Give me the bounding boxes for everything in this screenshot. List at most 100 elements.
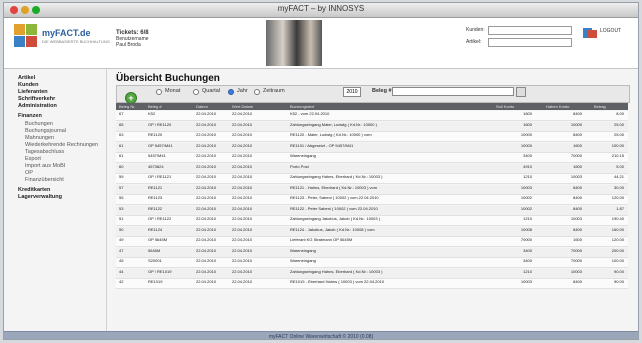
cell-nr: 49 [119, 238, 124, 242]
table-row[interactable]: 53 RE1122 22.04.2010 22.04.2010 RE1122 - Pet… [116, 205, 628, 216]
column-header[interactable]: Beleg Nr. [119, 104, 135, 109]
sidebar-item-administration[interactable]: Administration [18, 103, 57, 109]
table-row[interactable]: 42 RE1019 22.04.2010 22.04.2010 RE1019 - Ebe… [116, 279, 628, 289]
column-header[interactable]: Beleg # [148, 104, 162, 109]
logo-text: myFACT.de [42, 28, 91, 38]
cell-beleg: 5645M [148, 248, 161, 253]
table-row[interactable]: 67 K52 22.04.2010 22.04.2010 K52 - vom 22.04… [116, 111, 628, 121]
table-row[interactable]: 60 4573824 22.04.2010 22.04.2010 Porto Post 4… [116, 163, 628, 174]
sidebar-item-kreditkarten[interactable]: Kreditkarten [18, 187, 50, 193]
cell-nr: 51 [119, 217, 124, 221]
cell-betrag: 200.00 [611, 248, 624, 253]
cell-wert: 22.04.2010 [232, 133, 253, 137]
cell-haben: 8400 [573, 133, 582, 137]
table-row[interactable]: 49 OP 5645M 22.04.2010 22.04.2010 Lieferant … [116, 237, 628, 247]
sidebar-item-op[interactable]: OP [25, 170, 33, 176]
sidebar-item-export[interactable]: Export [25, 156, 41, 162]
sidebar-item-buchungen[interactable]: Buchungen [25, 121, 53, 127]
sidebar-item-schriftverkehr[interactable]: Schriftverkehr [18, 96, 55, 102]
table-row[interactable]: 51 OP / RE1122 22.04.2010 22.04.2010 Zahlung… [116, 216, 628, 226]
column-header[interactable]: Datum [196, 104, 208, 109]
table-row[interactable]: 61 5457/M41 22.04.2010 22.04.2010 Wareneinga… [116, 153, 628, 163]
sidebar-item-finanzübersicht[interactable]: Finanzübersicht [25, 177, 64, 183]
artikel-search-input[interactable] [488, 38, 572, 47]
table-row[interactable]: 55 RE1123 22.04.2010 22.04.2010 RE1123 - Pet… [116, 195, 628, 205]
sidebar-item-wiederkehrende-rechnungen[interactable]: Wiederkehrende Rechnungen [25, 142, 98, 148]
cell-wert: 22.04.2010 [232, 269, 253, 274]
sidebar-item-tagesabschluss[interactable]: Tagesabschluss [25, 149, 64, 155]
year-select[interactable]: 2010 [343, 87, 361, 97]
radio-label-quartal: Quartal [202, 88, 221, 94]
column-header[interactable]: Wert Datum [232, 104, 253, 109]
cell-text: RE1123 - Peter, Sabeni ( 10002 ) vom 22.… [290, 196, 379, 200]
cell-haben: 1600 [573, 164, 582, 169]
title-bar: myFACT – by INNOSYS [4, 3, 638, 18]
table-row[interactable]: 61 OP 5457/M41 22.04.2010 22.04.2010 RE1101 … [116, 142, 628, 153]
cell-datum: 22.04.2010 [196, 280, 217, 284]
cell-soll: 3400 [523, 154, 532, 158]
table-row[interactable]: 59 OP / RE1121 22.04.2010 22.04.2010 Zahlung… [116, 174, 628, 184]
cell-soll: 70000 [520, 238, 532, 242]
table-row[interactable]: 44 OP / RE1019 22.04.2010 22.04.2010 Zahlung… [116, 268, 628, 279]
cell-wert: 22.04.2010 [232, 185, 253, 190]
sidebar-item-artikel[interactable]: Artikel [18, 75, 35, 81]
table-row[interactable]: 65 OP / RE1120 22.04.2010 22.04.2010 Zahlung… [116, 121, 628, 132]
radio-monat[interactable] [156, 89, 162, 95]
cell-soll: 10000 [520, 143, 532, 148]
sidebar-item-buchungsjournal[interactable]: Buchungsjournal [25, 128, 66, 134]
sidebar-item-lagerverwaltung[interactable]: Lagerverwaltung [18, 194, 62, 200]
cell-betrag: 44.21 [613, 175, 624, 179]
cell-nr: 60 [119, 164, 124, 169]
cell-betrag: 8.00 [616, 112, 624, 116]
cell-text: Wareneingang [290, 248, 316, 253]
cell-nr: 65 [119, 122, 124, 127]
cell-beleg: OP 5457/M41 [148, 143, 173, 148]
logout-button[interactable]: LOGOUT [600, 28, 621, 34]
cell-haben: 8400 [573, 185, 582, 190]
column-header[interactable]: Haben Konto [546, 104, 569, 109]
header-photo [266, 20, 322, 66]
cell-text: RE1121 - Hahns, Eberhard ( Kd.Nr.: 10003… [290, 185, 378, 190]
table-row[interactable]: 63 RE1120 22.04.2010 22.04.2010 RE1120 - Mai… [116, 132, 628, 142]
table-row[interactable]: 57 RE1121 22.04.2010 22.04.2010 RE1121 - Hah… [116, 184, 628, 195]
radio-quartal[interactable] [193, 89, 199, 95]
cell-soll: 1210 [523, 269, 532, 274]
cell-wert: 22.04.2010 [232, 206, 253, 211]
user-info: Tickets: 6/8 Benutzername Paul Broda [116, 30, 149, 48]
cell-haben: 70000 [570, 259, 582, 263]
cell-datum: 22.04.2010 [196, 248, 217, 253]
sidebar-item-kunden[interactable]: Kunden [18, 82, 38, 88]
cell-wert: 22.04.2010 [232, 259, 253, 263]
cell-text: Zahlungseingang Hahns, Eberhard ( Kd.Nr.… [290, 269, 383, 274]
cell-beleg: S20001 [148, 259, 162, 263]
cell-haben: 10003 [570, 175, 582, 179]
cell-nr: 67 [119, 112, 124, 116]
sidebar-item-import-aus-mobi[interactable]: Import aus MoBI [25, 163, 65, 169]
sidebar-item-mahnungen[interactable]: Mahnungen [25, 135, 54, 141]
cell-nr: 61 [119, 154, 124, 158]
cell-beleg: RE1019 [148, 280, 163, 284]
table-row[interactable]: 50 RE1124 22.04.2010 22.04.2010 RE1124 - Jak… [116, 226, 628, 237]
cell-wert: 22.04.2010 [232, 164, 253, 169]
table-row[interactable]: 47 5645M 22.04.2010 22.04.2010 Wareneingang 3… [116, 247, 628, 258]
cell-wert: 22.04.2010 [232, 143, 253, 148]
kunden-search-input[interactable] [488, 26, 572, 35]
column-header[interactable]: Buchungstext [290, 104, 314, 109]
cell-datum: 22.04.2010 [196, 196, 217, 200]
column-header[interactable]: Betrag [594, 104, 606, 109]
search-button[interactable] [516, 87, 526, 97]
table-row[interactable]: 45 S20001 22.04.2010 22.04.2010 Wareneingang… [116, 258, 628, 268]
logout-icon[interactable] [582, 26, 598, 40]
myfact-logo[interactable] [14, 24, 38, 48]
sidebar-item-lieferanten[interactable]: Lieferanten [18, 89, 48, 95]
sidebar-item-finanzen[interactable]: Finanzen [18, 113, 42, 119]
column-header[interactable]: Soll Konto [496, 104, 514, 109]
cell-soll: 1600 [523, 122, 532, 127]
radio-jahr[interactable] [228, 89, 234, 95]
cell-beleg: RE1121 [148, 185, 163, 190]
beleg-search-input[interactable] [392, 87, 514, 96]
cell-nr: 50 [119, 227, 124, 232]
radio-zeitraum[interactable] [254, 89, 260, 95]
cell-datum: 22.04.2010 [196, 227, 217, 232]
cell-betrag: 30.00 [613, 185, 624, 190]
